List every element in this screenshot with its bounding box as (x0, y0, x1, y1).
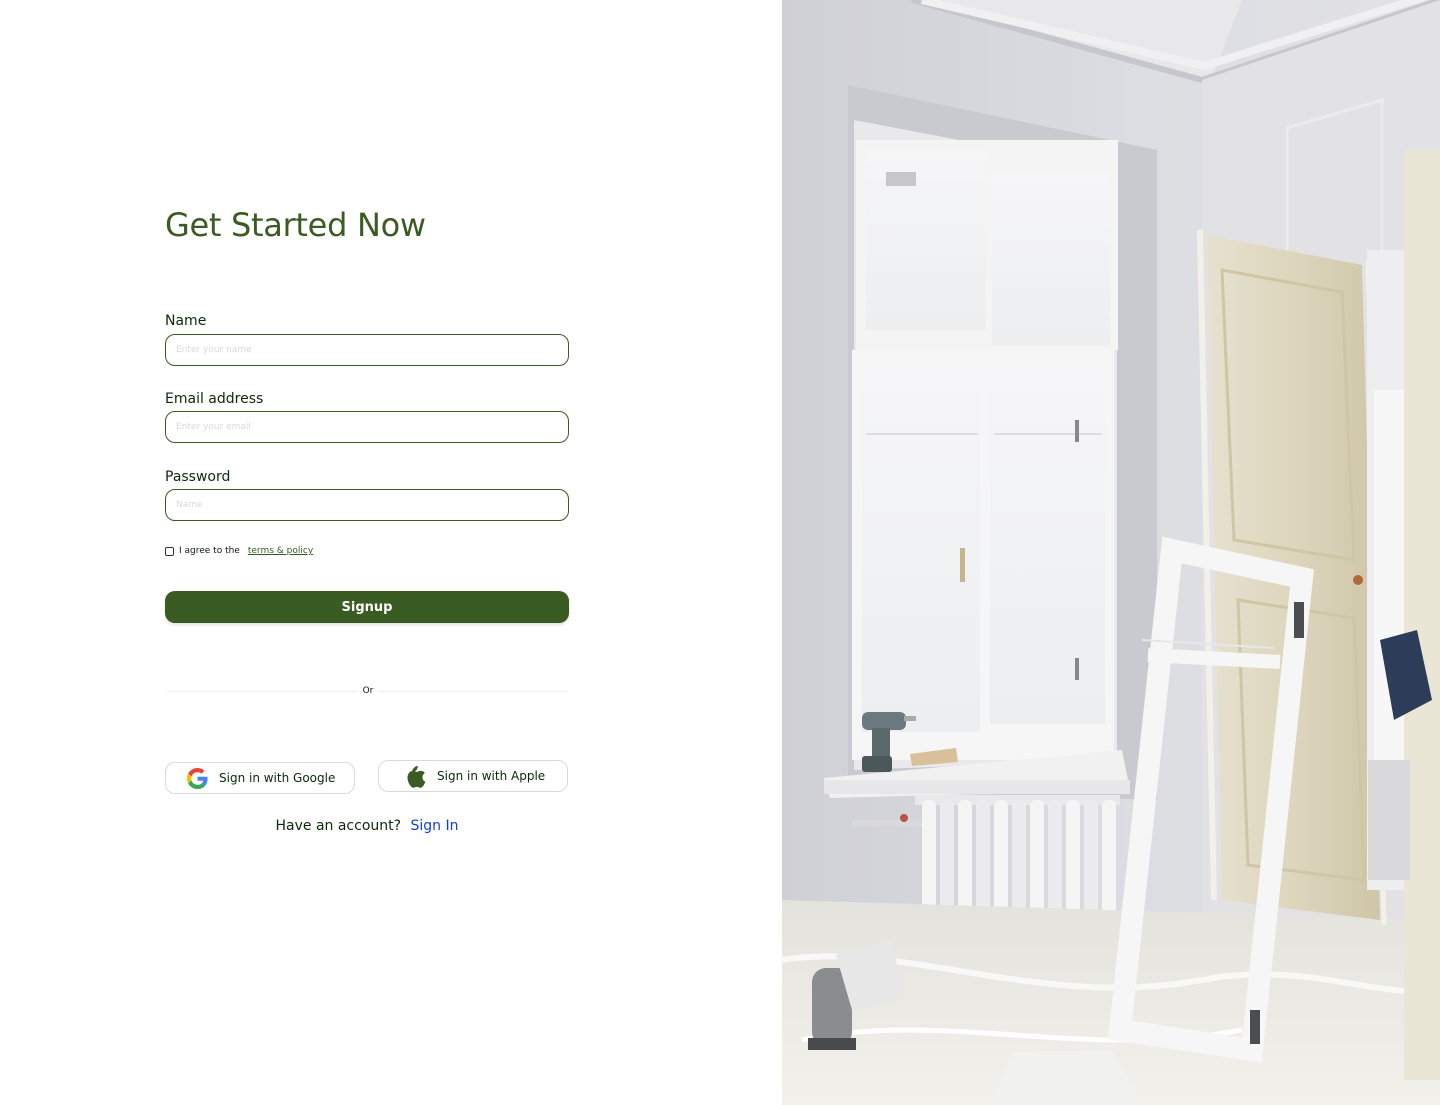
google-signin-label: Sign in with Google (219, 771, 336, 785)
page-title: Get Started Now (165, 206, 426, 244)
have-account-text: Have an account? (275, 818, 402, 834)
divider-label: Or (362, 686, 374, 696)
email-input[interactable] (165, 411, 569, 443)
apple-icon (406, 765, 426, 788)
password-input[interactable] (165, 489, 569, 521)
divider-line-left (167, 691, 358, 692)
terms-agreement: I agree to the terms & policy (165, 546, 313, 556)
signin-prompt: Have an account? Sign In (165, 818, 569, 834)
name-input[interactable] (165, 334, 569, 366)
terms-text: I agree to the (179, 546, 240, 556)
hero-photo (782, 0, 1440, 1105)
email-label: Email address (165, 391, 264, 407)
apple-signin-label: Sign in with Apple (437, 769, 546, 783)
apple-signin-button[interactable]: Sign in with Apple (378, 760, 568, 792)
name-label: Name (165, 313, 207, 329)
password-label: Password (165, 469, 231, 485)
signup-form-panel: Get Started Now Name Email address Passw… (0, 0, 782, 1105)
terms-checkbox[interactable] (165, 546, 174, 556)
terms-policy-link[interactable]: terms & policy (248, 546, 313, 556)
google-icon (187, 767, 208, 789)
signup-button[interactable]: Signup (165, 591, 569, 623)
divider-line-right (378, 691, 568, 692)
signin-link[interactable]: Sign In (411, 818, 459, 834)
renovation-room-image (782, 0, 1440, 1105)
google-signin-button[interactable]: Sign in with Google (165, 762, 355, 794)
